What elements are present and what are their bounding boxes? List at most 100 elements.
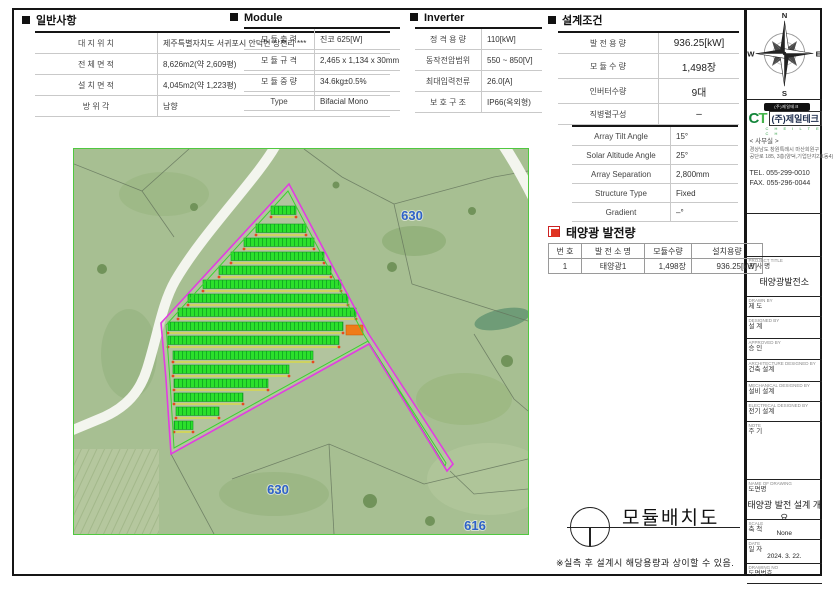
spec-value: Fixed (671, 184, 739, 203)
panel-row (178, 308, 356, 317)
compass-rose-icon: N S W E (747, 8, 822, 99)
spec-value: 2,800mm (671, 165, 739, 184)
spec-value: 9대 (659, 79, 740, 104)
spec-label: Array Separation (572, 165, 671, 184)
office-contacts: TEL. 055-299-0010 FAX. 055-296-0044 (750, 169, 820, 190)
spec-label: 보 호 구 조 (415, 92, 482, 113)
spec-label: 동작전압범위 (415, 50, 482, 71)
parcel-number-label: 616 (464, 518, 486, 533)
company-name: (주)제일테크 (769, 111, 822, 126)
section-inverter-header: Inverter (410, 12, 542, 24)
panel-row (174, 393, 243, 402)
generation-title: 태양광 발전량 (566, 224, 636, 241)
panel-end-dot (230, 262, 233, 265)
generation-header-cell: 발 전 소 명 (582, 244, 645, 259)
square-bullet-icon (410, 13, 418, 21)
panel-row (244, 238, 314, 247)
panel-end-dot (330, 276, 333, 279)
design-sub-table: Array Tilt Angle15°Solar Altitude Angle2… (572, 125, 738, 222)
spec-value: 15° (671, 126, 739, 146)
title-block-row: ELECTRICAL DESIGNED BY전기 설계 (747, 402, 823, 422)
panel-end-dot (218, 417, 221, 420)
spec-value: 진코 625[W] (315, 28, 401, 50)
panel-row (174, 421, 193, 430)
section-module-header: Module (230, 12, 400, 24)
row-label-ko: 설 계 (749, 323, 821, 331)
spec-value: 110[kW] (482, 28, 543, 50)
office-tel: TEL. 055-299-0010 (750, 169, 820, 180)
office-fax: FAX. 055-296-0044 (750, 179, 820, 190)
generation-cell: 태양광1 (582, 259, 645, 274)
spec-value: 936.25[kW] (659, 32, 740, 54)
panel-end-dot (313, 248, 316, 251)
generation-cell: 1 (549, 259, 582, 274)
parcel-number-label: 630 (267, 482, 289, 497)
spec-value: 1,498장 (659, 54, 740, 79)
compass-s-label: S (781, 89, 786, 98)
drawing-sheet: 일반사항 대 지 위 치제주특별자치도 서귀포시 안덕면 상천리 ***전 체 … (0, 0, 835, 590)
row-label-ko: 제 도 (749, 303, 821, 311)
panel-row (203, 280, 341, 289)
spec-label: Solar Altitude Angle (572, 146, 671, 165)
panel-end-dot (305, 234, 308, 237)
spec-label: 모 듈 수 량 (558, 54, 659, 79)
spec-value: Bifacial Mono (315, 92, 401, 111)
title-block-row: NOTE주 기 (747, 422, 823, 480)
spec-label: Gradient (572, 203, 671, 222)
section-design-header: 설계조건 (548, 12, 739, 28)
panel-row (168, 336, 339, 345)
panel-end-dot (173, 389, 176, 392)
office-label: < 사무실 > (750, 135, 820, 145)
spec-label: Type (244, 92, 315, 111)
compass-e-label: E (815, 49, 820, 58)
panel-row (174, 379, 268, 388)
spec-value: 34.6kg±0.5% (315, 71, 401, 92)
section-title: 일반사항 (36, 15, 76, 27)
module-table: 모 듈 출 력진코 625[W]모 듈 규 격2,465 x 1,134 x 3… (244, 27, 400, 111)
row-label-ko: 설비 설계 (749, 388, 821, 396)
compass-n-label: N (781, 11, 787, 20)
title-block-rows: PROJECT TITLE공 사 명태양광발전소DRAWN BY제 도DESIG… (747, 257, 823, 584)
panel-row (176, 407, 219, 416)
panel-end-dot (288, 375, 291, 378)
section-module: Module 모 듈 출 력진코 625[W]모 듈 규 격2,465 x 1,… (230, 12, 400, 111)
row-label-ko: 도면명 (749, 486, 821, 494)
spec-label: 발 전 용 량 (558, 32, 659, 54)
row-label-ko: 도면번호 (749, 570, 821, 578)
panel-end-dot (192, 431, 195, 434)
row-value: 태양광 발전 설계 개요 (747, 498, 823, 520)
title-block-row: DRAWN BY제 도 (747, 297, 823, 317)
spec-label: Array Tilt Angle (572, 126, 671, 146)
generation-cell: 1,498장 (645, 259, 692, 274)
empty-box (747, 214, 823, 257)
panel-end-dot (202, 290, 205, 293)
row-value: None (747, 530, 823, 537)
section-design: 설계조건 발 전 용 량936.25[kW]모 듈 수 량1,498장인버터수량… (548, 12, 739, 222)
office-address: 경상남도 창원특례시 마산회원구 공단로 185, 3층(양덕,기업단지2호동4… (750, 147, 820, 162)
panel-end-dot (243, 248, 246, 251)
spec-value: – (659, 104, 740, 125)
spec-label: 정 격 용 량 (415, 28, 482, 50)
spec-label: 대 지 위 치 (35, 32, 158, 54)
generation-header-cell: 번 호 (549, 244, 582, 259)
parcel-number-label: 630 (401, 208, 423, 223)
title-block-panel: N S W E (주)제일테크 CT (주)제일테크 C H E I L T E… (747, 8, 823, 576)
section-inverter: Inverter 정 격 용 량110[kW]동작전압범위550 ~ 850[V… (410, 12, 542, 113)
title-block-row: SCALE축 척None (747, 520, 823, 540)
row-label-ko: 공 사 명 (749, 263, 821, 271)
company-logo-icon: CT (749, 111, 767, 126)
spec-label: 방 위 각 (35, 96, 158, 117)
panel-end-dot (172, 361, 175, 364)
row-value: 태양광발전소 (747, 275, 823, 288)
measurement-note: ※실측 후 설계시 해당용량과 상이할 수 있음. (556, 556, 734, 569)
panel-row (271, 206, 296, 215)
section-title: Inverter (424, 12, 464, 24)
spec-label: 모 듈 중 량 (244, 71, 315, 92)
panel-end-dot (312, 361, 315, 364)
inverter-table: 정 격 용 량110[kW]동작전압범위550 ~ 850[V]최대입력전류26… (415, 27, 542, 113)
panel-end-dot (338, 346, 341, 349)
title-block-row: MECHANICAL DESIGNED BY설비 설계 (747, 382, 823, 402)
section-title: Module (244, 12, 283, 24)
spec-label: 설 치 면 적 (35, 75, 158, 96)
red-document-icon (548, 226, 560, 237)
